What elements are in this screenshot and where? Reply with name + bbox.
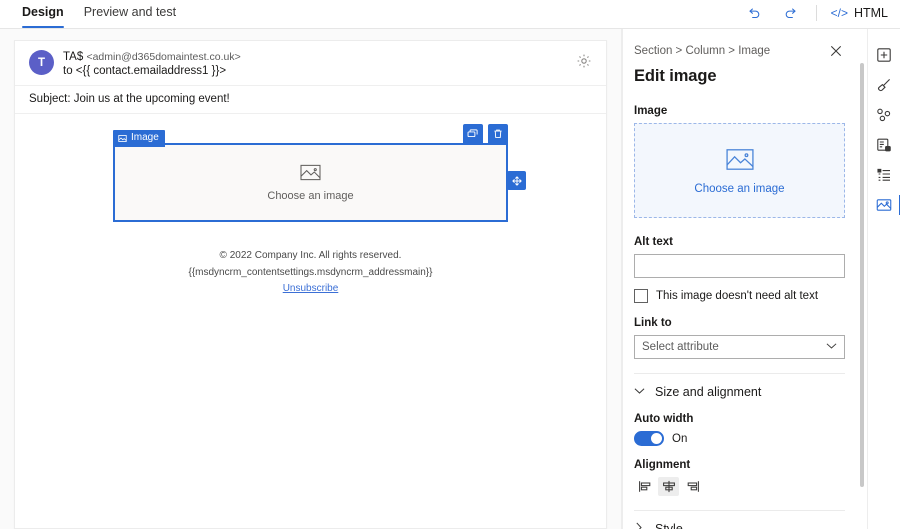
content-blocks-icon[interactable]	[868, 160, 900, 190]
unsubscribe-link[interactable]: Unsubscribe	[283, 283, 339, 294]
right-icon-rail	[867, 29, 900, 529]
image-dropzone[interactable]: Choose an image	[634, 123, 845, 218]
email-card: T TA$ <admin@d365domaintest.co.uk> to <{…	[14, 40, 607, 529]
panel-content: Section > Column > Image Edit image Imag…	[623, 29, 867, 529]
avatar: T	[29, 50, 54, 75]
auto-width-label: Auto width	[634, 413, 845, 425]
link-to-label: Link to	[634, 317, 845, 329]
no-alt-text-label: This image doesn't need alt text	[656, 290, 818, 302]
link-to-value: Select attribute	[642, 341, 719, 353]
size-and-alignment-section-header[interactable]: Size and alignment	[634, 374, 845, 401]
block-type-label: Image	[131, 133, 159, 143]
image-field-label: Image	[634, 105, 845, 117]
toggle-knob	[651, 433, 662, 444]
panel-scroll-area: Section > Column > Image Edit image Imag…	[623, 29, 867, 529]
image-panel-icon[interactable]	[868, 190, 900, 220]
tab-preview-and-test-label: Preview and test	[84, 5, 176, 19]
style-section-title: Style	[655, 522, 683, 529]
link-to-select[interactable]: Select attribute	[634, 335, 845, 359]
move-handle-icon[interactable]	[507, 171, 526, 190]
image-dropzone-label: Choose an image	[694, 183, 784, 195]
email-to-line: to <{{ contact.emailaddress1 }}>	[63, 65, 241, 77]
main-tabs: Design Preview and test	[22, 0, 176, 28]
alignment-label: Alignment	[634, 459, 845, 471]
email-address-lines: TA$ <admin@d365domaintest.co.uk> to <{{ …	[63, 50, 241, 77]
image-icon	[118, 134, 127, 143]
top-toolbar-actions: </> HTML	[744, 3, 888, 28]
no-alt-text-checkbox[interactable]: This image doesn't need alt text	[634, 289, 845, 303]
image-placeholder-label: Choose an image	[267, 190, 353, 202]
footer-copyright: © 2022 Company Inc. All rights reserved.	[15, 248, 606, 265]
chevron-down-icon	[634, 386, 644, 398]
add-element-icon[interactable]	[868, 40, 900, 70]
redo-arrow-icon[interactable]	[780, 3, 802, 23]
undo-arrow-icon[interactable]	[744, 3, 766, 23]
code-icon: </>	[831, 6, 848, 20]
email-designer-app: Design Preview and test </>	[0, 0, 900, 529]
page-title: Edit image	[634, 67, 845, 86]
auto-width-state: On	[672, 433, 687, 445]
alt-text-label: Alt text	[634, 236, 845, 248]
tab-design[interactable]: Design	[22, 0, 64, 28]
email-body: Image	[15, 114, 606, 298]
alignment-options	[634, 477, 845, 496]
email-from-name: TA$	[63, 51, 83, 63]
footer-address-token: {{msdyncrm_contentsettings.msdyncrm_addr…	[15, 265, 606, 282]
top-toolbar: Design Preview and test </>	[0, 0, 900, 29]
close-icon[interactable]	[827, 42, 845, 60]
align-center-icon[interactable]	[658, 477, 679, 496]
style-section-header[interactable]: Style	[634, 511, 845, 529]
panel-scrollbar[interactable]	[860, 63, 864, 487]
tab-preview-and-test[interactable]: Preview and test	[84, 0, 176, 28]
email-header: T TA$ <admin@d365domaintest.co.uk> to <{…	[15, 41, 606, 86]
panel-header: Section > Column > Image	[634, 42, 845, 60]
breadcrumb[interactable]: Section > Column > Image	[634, 45, 770, 57]
components-icon[interactable]	[868, 100, 900, 130]
align-left-icon[interactable]	[634, 477, 655, 496]
html-view-button[interactable]: </> HTML	[831, 6, 888, 20]
gear-icon[interactable]	[576, 53, 594, 71]
library-icon[interactable]	[868, 130, 900, 160]
alt-text-input[interactable]	[634, 254, 845, 278]
block-type-tag: Image	[113, 130, 165, 147]
image-placeholder-icon	[300, 163, 321, 185]
email-footer: © 2022 Company Inc. All rights reserved.…	[15, 248, 606, 298]
auto-width-toggle-row: On	[634, 431, 845, 446]
email-subject: Subject: Join us at the upcoming event!	[15, 86, 606, 114]
edit-image-panel: Section > Column > Image Edit image Imag…	[622, 29, 867, 529]
image-block-zone: Image	[113, 143, 508, 222]
chevron-right-icon	[634, 522, 644, 529]
workspace: T TA$ <admin@d365domaintest.co.uk> to <{…	[0, 29, 900, 529]
html-view-label: HTML	[854, 6, 888, 20]
brush-styles-icon[interactable]	[868, 70, 900, 100]
image-placeholder-icon	[726, 147, 754, 175]
tab-design-label: Design	[22, 5, 64, 19]
size-and-alignment-title: Size and alignment	[655, 385, 761, 399]
checkbox-box	[634, 289, 648, 303]
toolbar-divider	[816, 5, 817, 21]
duplicate-icon[interactable]	[463, 124, 483, 144]
align-right-icon[interactable]	[682, 477, 703, 496]
email-from-address: <admin@d365domaintest.co.uk>	[86, 51, 240, 63]
chevron-down-icon	[826, 342, 837, 353]
trash-icon[interactable]	[488, 124, 508, 144]
auto-width-toggle[interactable]	[634, 431, 664, 446]
email-from-line: TA$ <admin@d365domaintest.co.uk>	[63, 51, 241, 63]
email-canvas: T TA$ <admin@d365domaintest.co.uk> to <{…	[0, 29, 622, 529]
image-block-selected[interactable]: Image	[113, 143, 508, 222]
block-toolbar	[463, 124, 508, 144]
